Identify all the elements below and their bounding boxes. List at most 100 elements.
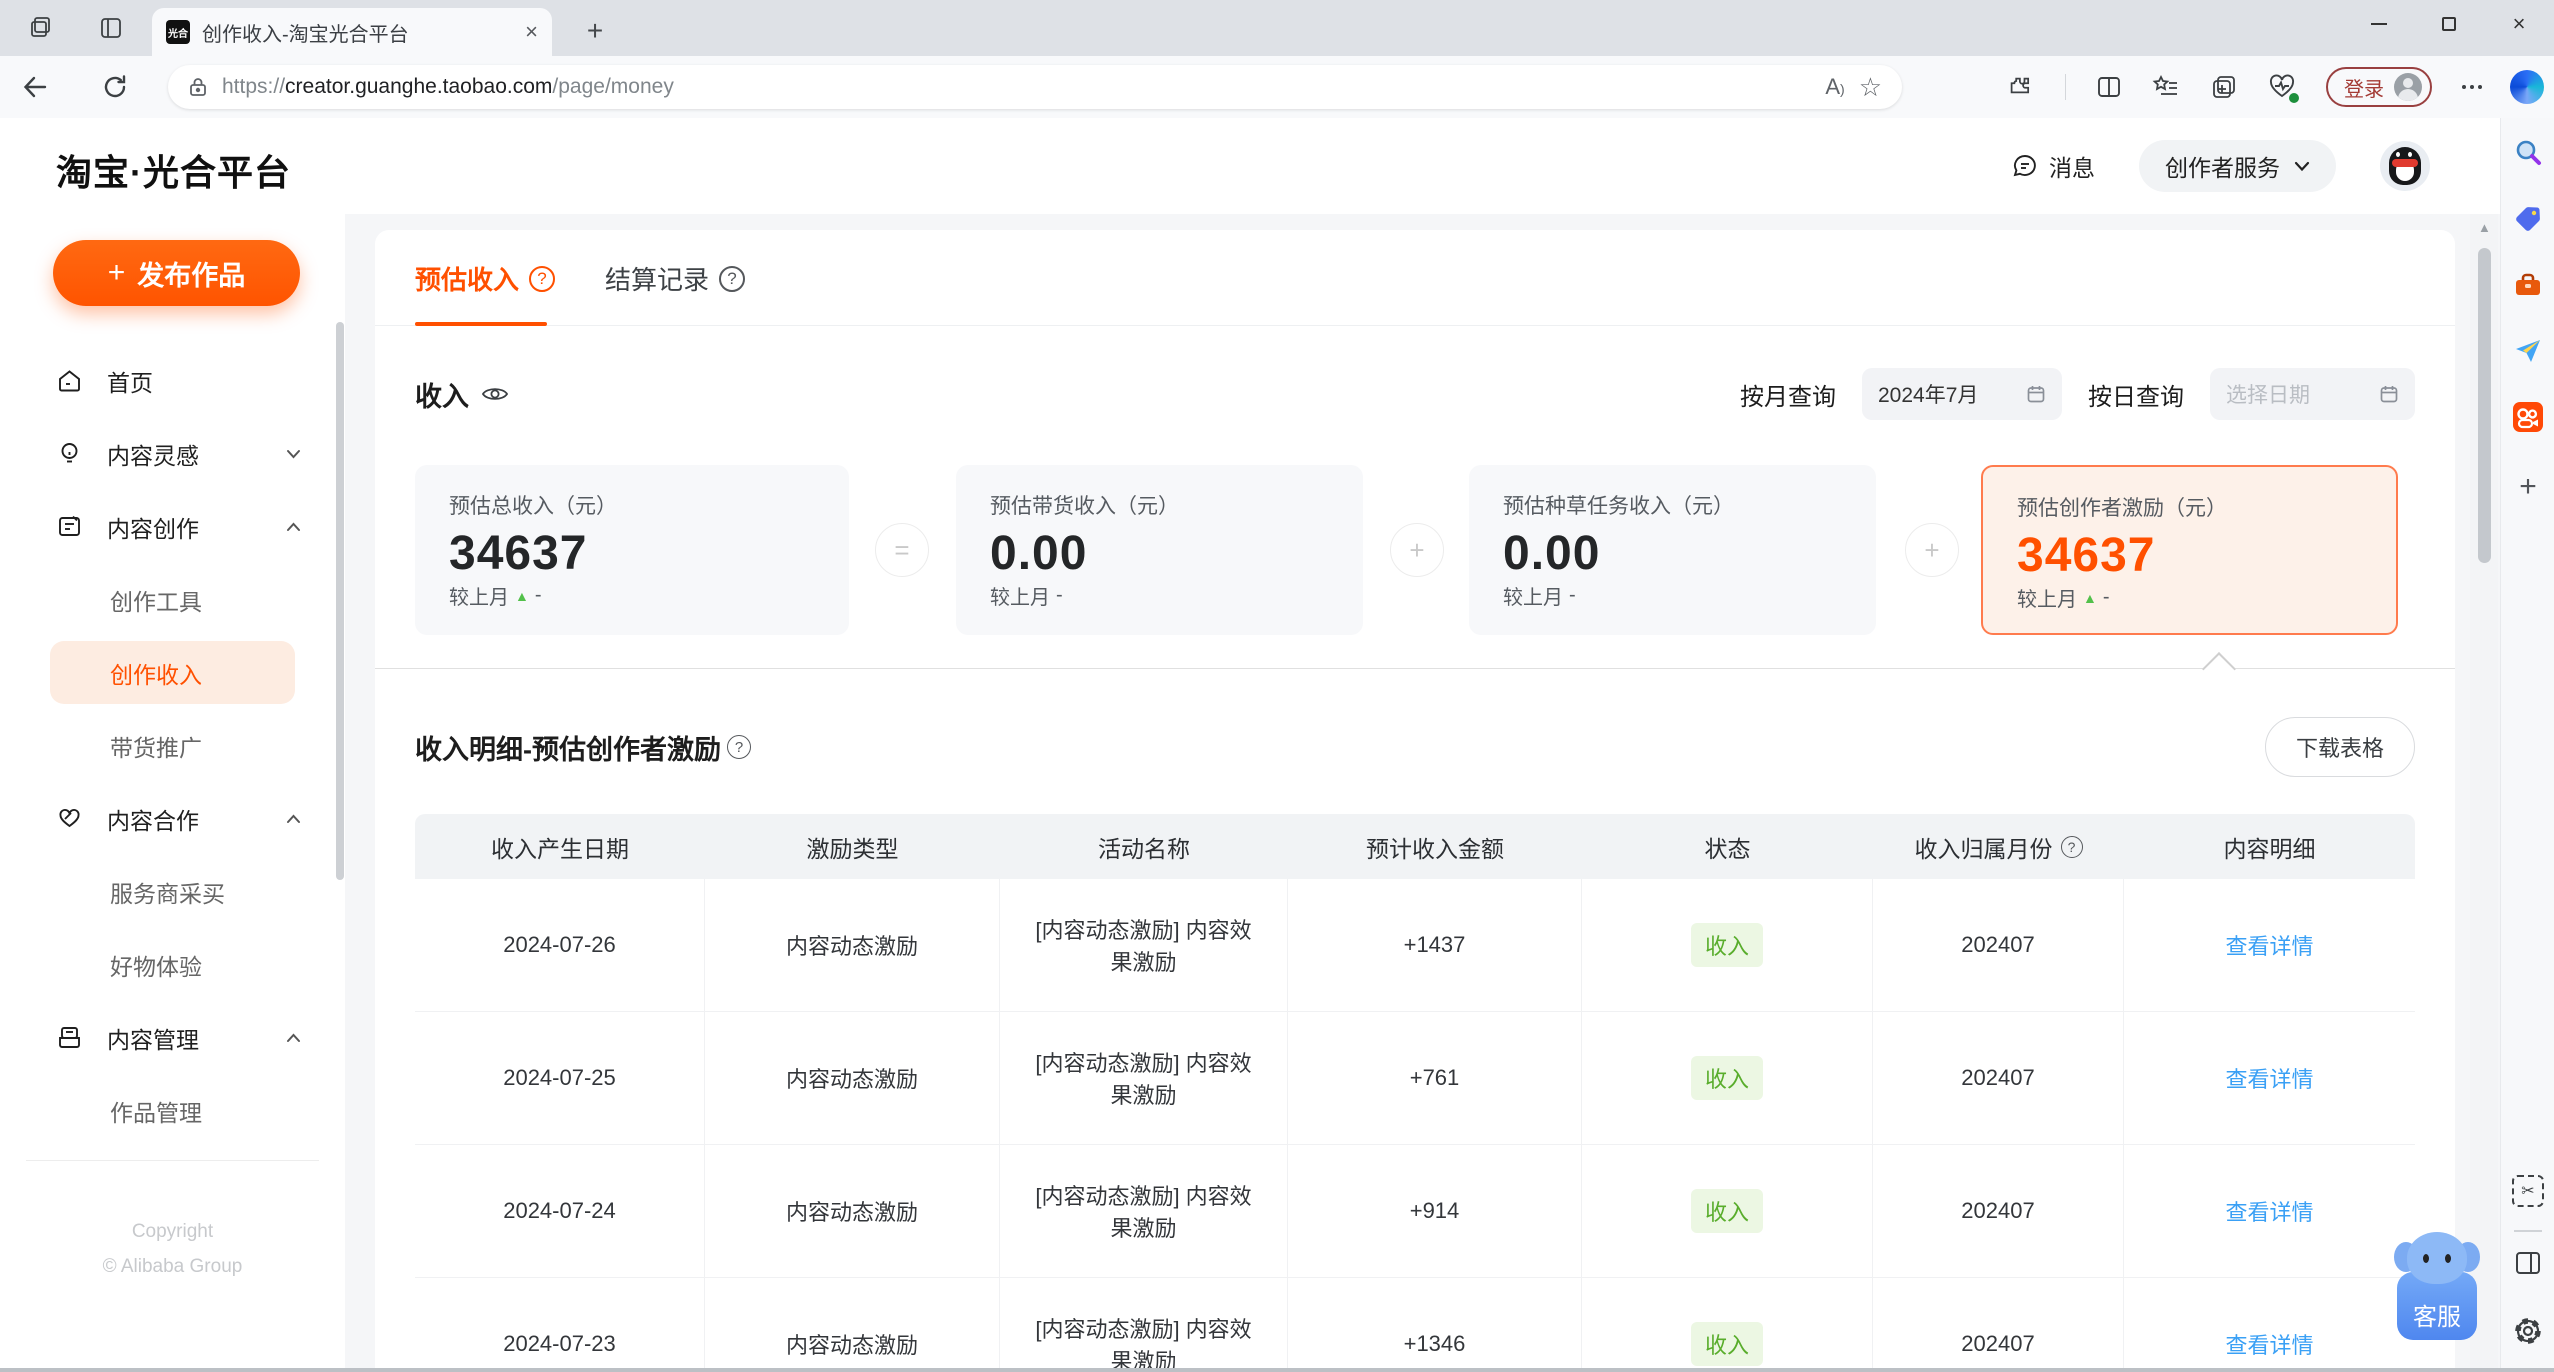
panel-tabs: 预估收入 ? 结算记录 ?	[375, 230, 2455, 326]
card-total-income[interactable]: 预估总收入（元） 34637 较上月 ▲ -	[415, 465, 849, 635]
sidebar-divider	[26, 1160, 319, 1161]
month-picker-input[interactable]: 2024年7月	[1862, 368, 2062, 420]
sidebar-subitem-works-management[interactable]: 作品管理	[0, 1074, 345, 1147]
sidebar-subitem-creation-income[interactable]: 创作收入	[0, 636, 345, 709]
help-icon[interactable]: ?	[529, 265, 556, 292]
active-tab-underline	[415, 322, 547, 326]
calendar-icon	[2380, 386, 2398, 403]
view-details-link[interactable]: 查看详情	[2225, 929, 2313, 961]
login-button[interactable]: 登录	[2326, 67, 2432, 107]
summary-cards: 预估总收入（元） 34637 较上月 ▲ - = 预估带货收入（元） 0.00 …	[375, 465, 2455, 635]
screenshot-snip-icon[interactable]: ✂	[2511, 1174, 2545, 1208]
sidebar-item-management[interactable]: 内容管理	[0, 1001, 345, 1074]
copilot-icon[interactable]	[2510, 70, 2544, 104]
sidebar-subitem-promotion[interactable]: 带货推广	[0, 709, 345, 782]
scrollbar-up-arrow[interactable]: ▲	[2478, 220, 2491, 235]
equals-separator: =	[875, 523, 929, 577]
up-triangle-icon: ▲	[515, 587, 529, 604]
detail-section-title: 收入明细-预估创作者激励 ?	[415, 728, 751, 767]
send-plane-icon[interactable]	[2511, 334, 2545, 368]
sidebar-panel-icon[interactable]	[2511, 1246, 2545, 1280]
home-icon	[59, 370, 80, 392]
sidebar-item-creation[interactable]: 内容创作	[0, 490, 345, 563]
sidebar-scrollbar[interactable]	[336, 322, 344, 880]
tab-close-icon[interactable]: ×	[525, 19, 538, 45]
edge-browser-window: 光合 创作收入-淘宝光合平台 × + × https://creator.gua…	[0, 0, 2554, 1372]
window-close-button[interactable]: ×	[2484, 0, 2554, 48]
chevron-down-icon	[2294, 161, 2310, 171]
shopping-tag-icon[interactable]	[2511, 202, 2545, 236]
tab-settlement-records[interactable]: 结算记录 ?	[605, 260, 746, 297]
messages-button[interactable]: 消息	[2011, 149, 2095, 183]
day-query-label: 按日查询	[2088, 383, 2184, 411]
more-menu-icon[interactable]	[2462, 85, 2482, 89]
favorites-list-icon[interactable]	[2152, 73, 2180, 101]
day-picker-input[interactable]: 选择日期	[2210, 368, 2415, 420]
income-panel: 预估收入 ? 结算记录 ? 收入 按月查询 2024年7月 按日查询 选择日期 …	[375, 230, 2455, 1372]
window-maximize-button[interactable]	[2414, 0, 2484, 48]
card-sales-income[interactable]: 预估带货收入（元） 0.00 较上月 -	[956, 465, 1363, 635]
table-row: 2024-07-24 内容动态激励 [内容动态激励] 内容效果激励 +914 收…	[415, 1145, 2415, 1278]
address-bar[interactable]: https://creator.guanghe.taobao.com/page/…	[168, 65, 1902, 109]
plus-icon: +	[107, 256, 126, 289]
rail-divider	[2514, 1230, 2542, 1232]
sidebar-item-inspiration[interactable]: 内容灵感	[0, 417, 345, 490]
window-minimize-button[interactable]	[2344, 0, 2414, 48]
user-avatar[interactable]	[2380, 141, 2430, 191]
browser-toolbar: https://creator.guanghe.taobao.com/page/…	[0, 56, 2554, 118]
page-body: + 发布作品 首页 内容灵感 内容创作 创作工具 创作收入 带货推广 内容合作 …	[0, 214, 2500, 1372]
settings-gear-icon[interactable]	[2511, 1314, 2545, 1348]
window-bottom-edge	[0, 1368, 2554, 1372]
chevron-up-icon	[287, 814, 300, 823]
status-badge: 收入	[1690, 1322, 1763, 1366]
tab-estimated-income[interactable]: 预估收入 ?	[415, 260, 556, 297]
split-screen-icon[interactable]	[2096, 74, 2122, 100]
extensions-icon[interactable]	[2007, 73, 2035, 101]
toolbar-divider	[2065, 74, 2066, 100]
sidebar: + 发布作品 首页 内容灵感 内容创作 创作工具 创作收入 带货推广 内容合作 …	[0, 214, 345, 1372]
plus-separator: +	[1390, 523, 1444, 577]
edge-sidebar-rail: + ✂	[2500, 118, 2554, 1372]
table-header: 收入产生日期 激励类型 活动名称 预计收入金额 状态 收入归属月份 ? 内容明细	[415, 814, 2415, 879]
status-badge: 收入	[1690, 1056, 1763, 1100]
view-details-link[interactable]: 查看详情	[2225, 1328, 2313, 1360]
month-query-label: 按月查询	[1740, 383, 1836, 411]
search-icon[interactable]	[2511, 136, 2545, 170]
card-creator-incentive[interactable]: 预估创作者激励（元） 34637 较上月 ▲ -	[1981, 465, 2398, 635]
help-icon[interactable]: ?	[2060, 835, 2083, 858]
download-table-button[interactable]: 下载表格	[2264, 717, 2415, 777]
read-aloud-icon[interactable]: A)	[1825, 74, 1844, 100]
sidebar-item-cooperation[interactable]: 内容合作	[0, 782, 345, 855]
tab-actions-icon[interactable]	[96, 13, 126, 43]
customer-service-button[interactable]: 客服	[2392, 1232, 2482, 1344]
new-tab-button[interactable]: +	[578, 14, 612, 48]
tab-title: 创作收入-淘宝光合平台	[202, 23, 409, 46]
kuaishou-icon[interactable]	[2511, 400, 2545, 434]
card-seeding-task-income[interactable]: 预估种草任务收入（元） 0.00 较上月 -	[1469, 465, 1876, 635]
view-details-link[interactable]: 查看详情	[2225, 1195, 2313, 1227]
url-text: https://creator.guanghe.taobao.com/page/…	[222, 75, 674, 98]
workspaces-icon[interactable]	[26, 13, 56, 43]
sidebar-subitem-service-purchase[interactable]: 服务商采买	[0, 855, 345, 928]
plus-separator: +	[1905, 523, 1959, 577]
toolbox-icon[interactable]	[2511, 268, 2545, 302]
collections-icon[interactable]	[2210, 73, 2238, 101]
page-scrollbar-thumb[interactable]	[2478, 248, 2491, 563]
lightbulb-icon	[61, 443, 78, 463]
eye-visibility-icon[interactable]	[481, 384, 509, 404]
browser-tab[interactable]: 光合 创作收入-淘宝光合平台 ×	[152, 8, 552, 56]
help-icon[interactable]: ?	[719, 265, 746, 292]
view-details-link[interactable]: 查看详情	[2225, 1062, 2313, 1094]
refresh-button[interactable]	[96, 68, 134, 106]
sidebar-subitem-product-trial[interactable]: 好物体验	[0, 928, 345, 1001]
browser-essentials-icon[interactable]	[2268, 73, 2299, 103]
sidebar-subitem-creation-tools[interactable]: 创作工具	[0, 563, 345, 636]
favorite-star-icon[interactable]: ☆	[1859, 72, 1882, 103]
sidebar-item-home[interactable]: 首页	[0, 344, 345, 417]
creator-service-dropdown[interactable]: 创作者服务	[2139, 140, 2336, 192]
back-button[interactable]	[16, 68, 54, 106]
help-icon[interactable]: ?	[727, 735, 751, 759]
add-sidebar-app-icon[interactable]: +	[2511, 470, 2545, 504]
table-row: 2024-07-25 内容动态激励 [内容动态激励] 内容效果激励 +761 收…	[415, 1012, 2415, 1145]
publish-work-button[interactable]: + 发布作品	[53, 240, 300, 306]
